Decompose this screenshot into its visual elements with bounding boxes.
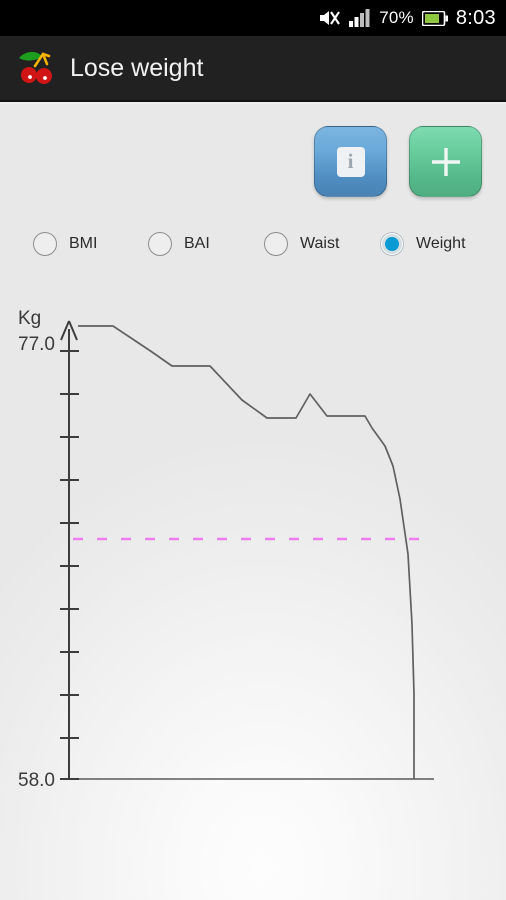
metric-radio-group: BMI BAI Waist Weight	[0, 232, 506, 272]
app-root: 70% 8:03 Lose weight i BMI BAI Waist Wei…	[0, 0, 506, 900]
radio-circle-waist[interactable]	[264, 232, 288, 256]
chart-weight-series	[78, 325, 415, 779]
radio-option-waist[interactable]: Waist	[264, 232, 339, 256]
content-area: i BMI BAI Waist Weight Kg 77.0 58.0	[0, 104, 506, 900]
signal-bars-icon	[349, 9, 370, 27]
radio-label-weight: Weight	[416, 235, 466, 252]
cherries-icon	[19, 51, 52, 84]
info-button[interactable]: i	[314, 126, 387, 197]
chart-y-unit-label: Kg	[18, 308, 41, 329]
chart-y-max-label: 77.0	[18, 334, 55, 355]
chart-svg: Kg 77.0 58.0	[18, 308, 434, 791]
radio-circle-bai[interactable]	[148, 232, 172, 256]
radio-label-bmi: BMI	[69, 235, 98, 252]
radio-label-bai: BAI	[184, 235, 210, 252]
chart-y-min-label: 58.0	[18, 770, 55, 791]
radio-option-weight[interactable]: Weight	[380, 232, 466, 256]
plus-icon	[431, 147, 460, 176]
toolbar: i	[314, 126, 482, 197]
page-title: Lose weight	[70, 53, 204, 82]
battery-percent-label: 70%	[379, 8, 414, 27]
info-icon: i	[336, 146, 365, 177]
radio-dot-weight	[385, 237, 399, 251]
radio-option-bai[interactable]: BAI	[148, 232, 210, 256]
battery-icon	[421, 10, 448, 26]
add-button[interactable]	[409, 126, 482, 197]
action-bar: Lose weight	[0, 36, 506, 102]
radio-circle-weight[interactable]	[380, 232, 404, 256]
clock-label: 8:03	[455, 6, 496, 29]
radio-label-waist: Waist	[300, 235, 340, 252]
radio-option-bmi[interactable]: BMI	[33, 232, 97, 256]
vibrate-mute-icon	[320, 11, 341, 25]
status-bar: 70% 8:03	[0, 0, 506, 36]
radio-circle-bmi[interactable]	[33, 232, 57, 256]
weight-chart[interactable]: Kg 77.0 58.0	[0, 294, 506, 804]
